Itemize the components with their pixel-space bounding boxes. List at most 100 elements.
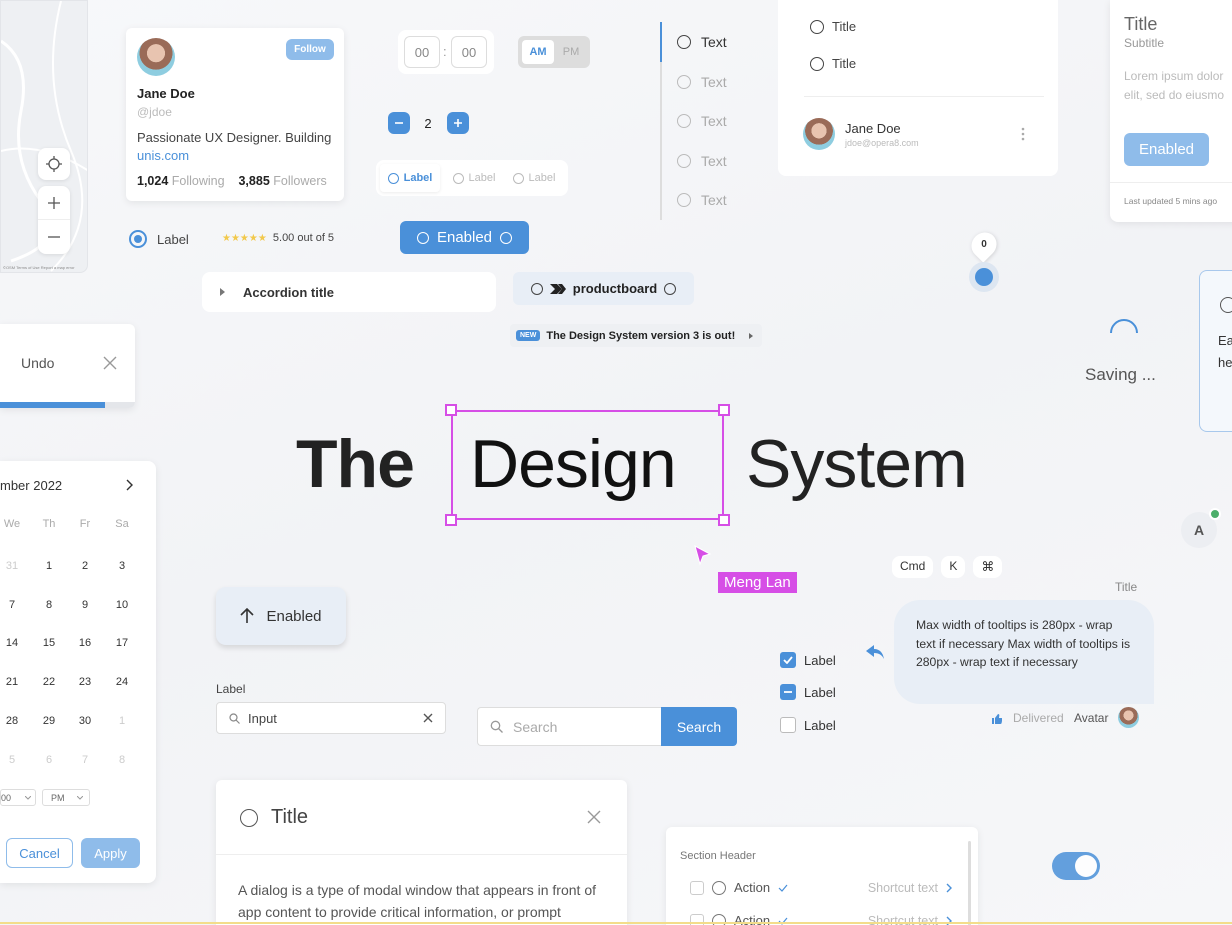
clear-icon[interactable] bbox=[423, 713, 433, 723]
calendar-day[interactable]: 5 bbox=[0, 754, 30, 766]
calendar-day[interactable]: 8 bbox=[104, 754, 140, 766]
calendar-day[interactable]: 15 bbox=[31, 637, 67, 649]
checkbox-label: Label bbox=[804, 652, 836, 668]
hour-select[interactable]: 00 bbox=[0, 789, 36, 806]
calendar-day[interactable]: 2 bbox=[67, 560, 103, 572]
info-card-button[interactable]: Enabled bbox=[1124, 133, 1209, 166]
calendar-day[interactable]: 8 bbox=[31, 599, 67, 611]
close-icon[interactable] bbox=[103, 356, 117, 370]
profile-link[interactable]: unis.com bbox=[137, 148, 189, 163]
dropdown-menu: Section Header Action Shortcut text Acti… bbox=[666, 827, 978, 925]
zoom-out-button[interactable] bbox=[38, 220, 70, 254]
hour-field[interactable]: 00 bbox=[404, 36, 440, 68]
undo-button[interactable]: Undo bbox=[21, 355, 54, 371]
calendar-day[interactable]: 1 bbox=[104, 715, 140, 727]
decrement-button[interactable] bbox=[388, 112, 410, 134]
text-list-item[interactable]: Text bbox=[677, 113, 727, 153]
pm-option[interactable]: PM bbox=[556, 40, 586, 64]
calendar-day[interactable]: 23 bbox=[67, 676, 103, 688]
segment-label: Label bbox=[403, 172, 433, 184]
increment-button[interactable] bbox=[447, 112, 469, 134]
title-radio-2[interactable]: Title bbox=[810, 56, 856, 71]
calendar-day[interactable]: 10 bbox=[104, 599, 140, 611]
text-list-item[interactable]: Text bbox=[677, 34, 727, 74]
more-vertical-icon[interactable] bbox=[1021, 127, 1025, 141]
text-list-item[interactable]: Text bbox=[677, 153, 727, 193]
selection-box[interactable] bbox=[451, 410, 724, 520]
calendar-day[interactable]: 28 bbox=[0, 715, 30, 727]
text-list-item[interactable]: Text bbox=[677, 74, 727, 114]
calendar-day[interactable]: 22 bbox=[31, 676, 67, 688]
calendar-day[interactable]: 31 bbox=[0, 560, 30, 572]
calendar-day[interactable]: 1 bbox=[31, 560, 67, 572]
checkbox-label: Label bbox=[804, 717, 836, 733]
checkbox-unchecked[interactable]: Label bbox=[780, 717, 836, 733]
calendar-day[interactable]: 3 bbox=[104, 560, 140, 572]
apply-button[interactable]: Apply bbox=[81, 838, 140, 868]
calendar-day[interactable]: 30 bbox=[67, 715, 103, 727]
segment-option-1[interactable]: Label bbox=[380, 164, 440, 192]
chevron-right-icon[interactable] bbox=[126, 479, 134, 491]
segment-option-2[interactable]: Label bbox=[446, 164, 502, 192]
reply-icon[interactable] bbox=[866, 645, 884, 659]
am-option[interactable]: AM bbox=[522, 40, 554, 64]
divider bbox=[804, 96, 1044, 97]
minute-field[interactable]: 00 bbox=[451, 36, 487, 68]
avatar[interactable] bbox=[137, 38, 175, 76]
saving-label: Saving ... bbox=[1085, 365, 1156, 384]
radio-option[interactable]: Label bbox=[129, 230, 189, 248]
menu-scrollbar[interactable] bbox=[968, 841, 971, 925]
info-card-body-1: Lorem ipsum dolor bbox=[1124, 69, 1224, 83]
calendar-day[interactable]: 24 bbox=[104, 676, 140, 688]
checkbox-checked[interactable]: Label bbox=[780, 652, 836, 668]
announcement-banner[interactable]: NEW The Design System version 3 is out! bbox=[510, 324, 762, 347]
selection-handle[interactable] bbox=[718, 404, 730, 416]
calendar-day[interactable]: 6 bbox=[31, 754, 67, 766]
small-avatar[interactable] bbox=[1118, 707, 1139, 728]
zoom-in-button[interactable] bbox=[38, 186, 70, 220]
calendar-day[interactable]: 7 bbox=[67, 754, 103, 766]
toast-progress-fill bbox=[0, 402, 106, 408]
calendar-day[interactable]: 14 bbox=[0, 637, 30, 649]
zoom-control bbox=[38, 186, 70, 254]
close-icon[interactable] bbox=[587, 810, 601, 824]
calendar-day[interactable]: 9 bbox=[67, 599, 103, 611]
productboard-chip[interactable]: productboard bbox=[513, 272, 694, 305]
info-card-body-2: elit, sed do eiusmo bbox=[1124, 88, 1225, 102]
calendar-day[interactable]: 21 bbox=[0, 676, 30, 688]
text-list-item[interactable]: Text bbox=[677, 192, 727, 232]
enabled-button[interactable]: Enabled bbox=[400, 221, 529, 254]
cancel-button[interactable]: Cancel bbox=[6, 838, 73, 868]
locate-button[interactable] bbox=[38, 148, 70, 180]
slider-handle[interactable] bbox=[969, 262, 999, 292]
search-field[interactable]: Search bbox=[477, 707, 661, 746]
calendar-day[interactable]: 16 bbox=[67, 637, 103, 649]
ampm-select[interactable]: PM bbox=[42, 789, 90, 806]
segment-option-3[interactable]: Label bbox=[506, 164, 562, 192]
selection-handle[interactable] bbox=[445, 514, 457, 526]
title-radio-1[interactable]: Title bbox=[810, 19, 856, 34]
alert-panel: Ea he bbox=[1199, 270, 1232, 432]
circle-icon bbox=[664, 282, 677, 295]
accordion[interactable]: Accordion title bbox=[202, 272, 496, 312]
checkbox-indeterminate-icon bbox=[780, 684, 796, 700]
text-list-label: Text bbox=[701, 113, 727, 129]
search-button[interactable]: Search bbox=[661, 707, 737, 746]
toggle-switch[interactable] bbox=[1052, 852, 1100, 880]
calendar-day[interactable]: 29 bbox=[31, 715, 67, 727]
dialog-title: Title bbox=[271, 806, 309, 828]
calendar-day[interactable]: 17 bbox=[104, 637, 140, 649]
selection-handle[interactable] bbox=[718, 514, 730, 526]
avatar-letter: A bbox=[1193, 522, 1205, 538]
selection-handle[interactable] bbox=[445, 404, 457, 416]
following-count: 1,024 bbox=[137, 174, 169, 188]
follow-button[interactable]: Follow bbox=[286, 39, 334, 60]
menu-item[interactable]: Action Shortcut text bbox=[690, 880, 952, 895]
text-input[interactable]: Input bbox=[216, 702, 446, 734]
calendar-day[interactable]: 7 bbox=[0, 599, 30, 611]
checkbox-indeterminate[interactable]: Label bbox=[780, 684, 836, 700]
input-label: Label bbox=[216, 682, 246, 696]
segment-label: Label bbox=[528, 172, 556, 184]
upload-button[interactable]: Enabled bbox=[216, 587, 346, 645]
user-avatar[interactable] bbox=[803, 118, 835, 150]
